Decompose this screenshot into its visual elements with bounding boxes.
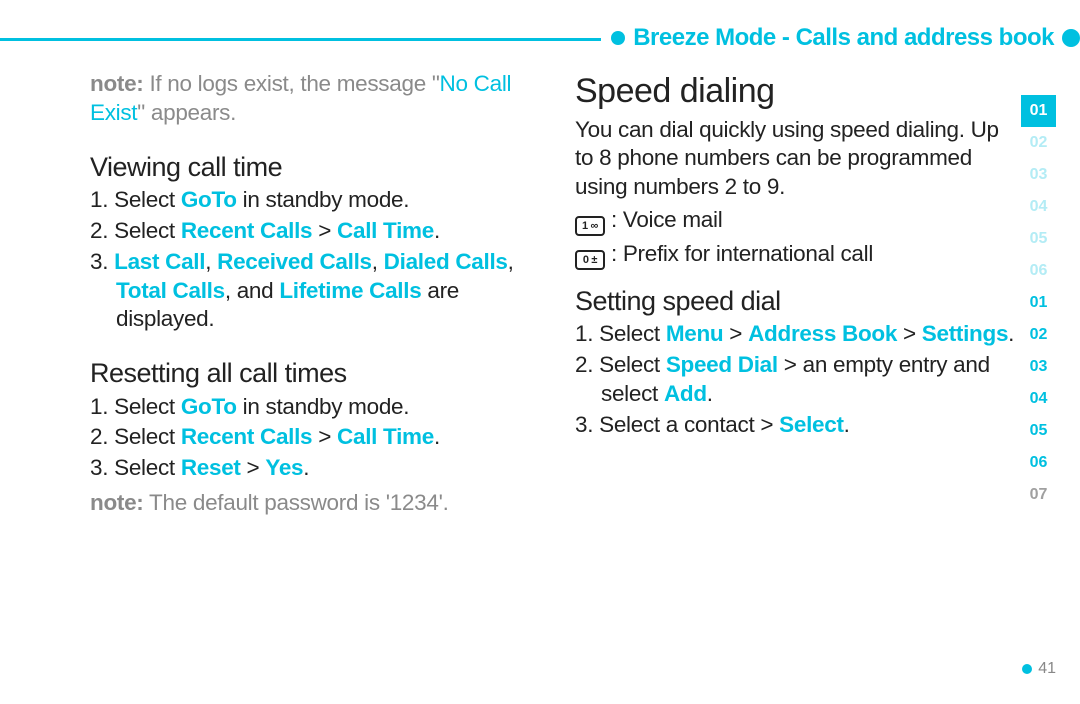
header-dot-right-icon [1062,29,1080,47]
list-item: 2. Select Speed Dial > an empty entry an… [601,351,1015,409]
page-number: 41 [1038,660,1056,678]
sidebar-index-item: 04 [1021,191,1056,223]
key-0-icon: 0 ± [575,250,605,270]
sidebar-index-item: 01 [1021,95,1056,127]
page-footer: 41 [0,660,1056,678]
note-default-password: note: The default password is '1234'. [90,489,525,518]
heading-resetting: Resetting all call times [90,356,525,391]
sidebar-index-item: 06 [1021,447,1056,479]
glyph-row-intl: 0 ± : Prefix for international call [575,240,1015,270]
page-header: Breeze Mode - Calls and address book [0,24,1080,52]
heading-speed-dialing: Speed dialing [575,70,1015,114]
header-rule [0,38,601,41]
speed-dial-intro: You can dial quickly using speed dialing… [575,116,1015,202]
list-viewing: 1. Select GoTo in standby mode. 2. Selec… [90,186,525,334]
right-column: Speed dialing You can dial quickly using… [575,70,1015,518]
note-no-logs: note: If no logs exist, the message "No … [90,70,525,128]
sidebar-index-item: 05 [1021,223,1056,255]
list-item: 1. Select GoTo in standby mode. [116,186,525,215]
page-index-sidebar: 01 02 03 04 05 06 01 02 03 04 05 06 07 [1021,95,1056,511]
key-1-icon: 1 ∞ [575,216,605,236]
heading-setting-speed-dial: Setting speed dial [575,284,1015,319]
content-grid: note: If no logs exist, the message "No … [90,70,1015,518]
list-item: 2. Select Recent Calls > Call Time. [116,423,525,452]
list-item: 3. Last Call, Received Calls, Dialed Cal… [116,248,525,334]
heading-viewing-call-time: Viewing call time [90,150,525,185]
sidebar-index-item: 03 [1021,351,1056,383]
sidebar-index-item: 04 [1021,383,1056,415]
list-item: 1. Select GoTo in standby mode. [116,393,525,422]
sidebar-index-item: 01 [1021,287,1056,319]
list-resetting: 1. Select GoTo in standby mode. 2. Selec… [90,393,525,483]
sidebar-index-item: 06 [1021,255,1056,287]
sidebar-index-item: 07 [1021,479,1056,511]
left-column: note: If no logs exist, the message "No … [90,70,525,518]
list-item: 3. Select Reset > Yes. [116,454,525,483]
sidebar-index-item: 02 [1021,319,1056,351]
sidebar-index-item: 03 [1021,159,1056,191]
section-title: Breeze Mode - Calls and address book [633,24,1054,52]
list-item: 1. Select Menu > Address Book > Settings… [601,320,1015,349]
footer-dot-icon [1022,664,1032,674]
list-item: 2. Select Recent Calls > Call Time. [116,217,525,246]
header-dot-icon [611,31,625,45]
list-setting-speed-dial: 1. Select Menu > Address Book > Settings… [575,320,1015,439]
sidebar-index-item: 02 [1021,127,1056,159]
glyph-row-voicemail: 1 ∞ : Voice mail [575,206,1015,236]
list-item: 3. Select a contact > Select. [601,411,1015,440]
sidebar-index-item: 05 [1021,415,1056,447]
